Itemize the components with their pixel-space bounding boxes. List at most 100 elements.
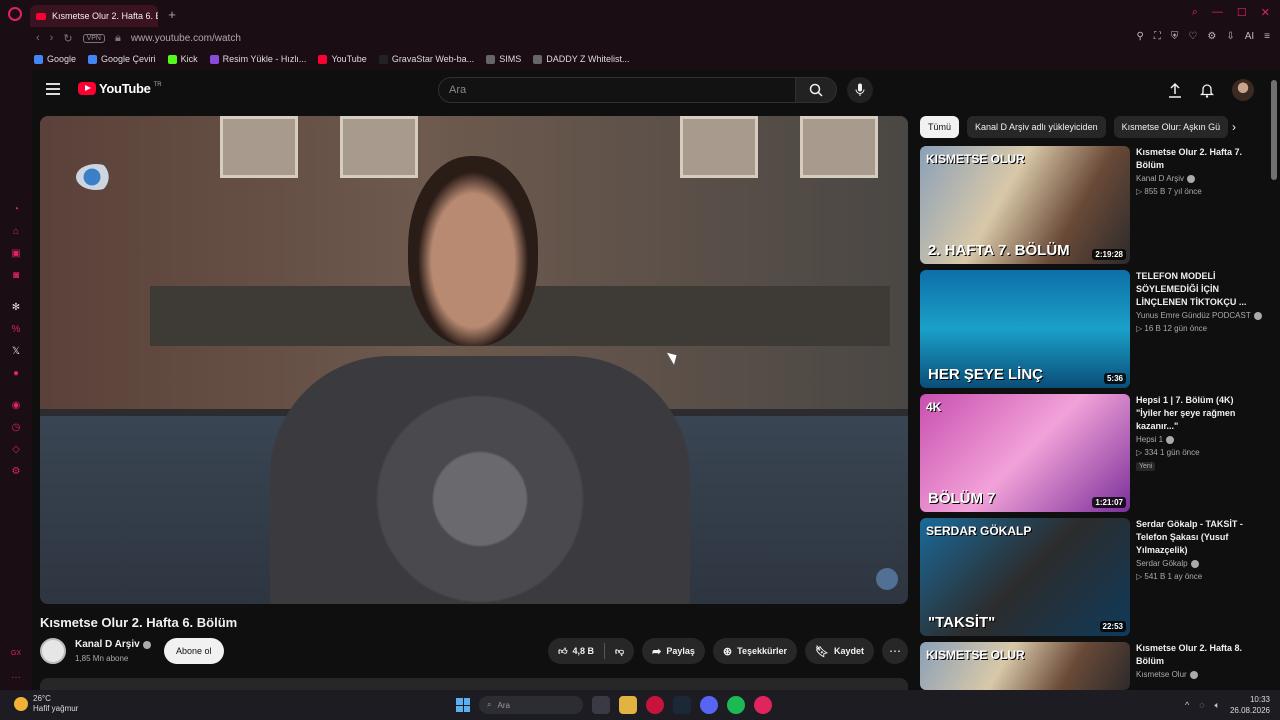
more-actions-button[interactable]: ⋯ [882, 638, 908, 664]
sidebar-history-icon[interactable]: ◷ [10, 422, 22, 434]
recommendation-channel[interactable]: Kanal D Arşiv [1136, 174, 1196, 183]
url-field[interactable]: www.youtube.com/watch [131, 33, 241, 44]
video-player[interactable] [40, 116, 908, 604]
recommendation-channel[interactable]: Kısmetse Olur [1136, 670, 1198, 679]
share-button[interactable]: ➦ Paylaş [642, 638, 705, 664]
bookmark-item[interactable]: Kick [167, 54, 198, 64]
like-button[interactable]: 👍︎ 4,8 B [548, 646, 604, 657]
windows-start-icon[interactable] [456, 698, 470, 712]
ai-button[interactable]: AI [1245, 31, 1254, 42]
scrollbar-thumb[interactable] [1271, 80, 1277, 180]
sidebar-twitch-icon[interactable]: ▣ [10, 248, 22, 260]
bookmark-item[interactable]: GravaStar Web-ba... [378, 54, 474, 64]
maximize-button[interactable]: ☐ [1237, 6, 1247, 19]
chips-next-icon[interactable]: › [1232, 120, 1236, 134]
bookmark-item[interactable]: Resim Yükle - Hızlı... [209, 54, 306, 64]
vpn-badge[interactable]: VPN [82, 33, 105, 43]
sidebar-messenger-icon[interactable]: ◙ [10, 270, 22, 282]
task-view-icon[interactable] [592, 696, 610, 714]
sidebar-x-icon[interactable]: 𝕏 [10, 346, 22, 358]
channel-avatar[interactable] [40, 638, 66, 664]
sidebar-chatgpt-icon[interactable]: ✻ [10, 302, 22, 314]
thanks-button[interactable]: ⊛ Teşekkürler [712, 638, 798, 664]
opera-gx-icon[interactable] [646, 696, 664, 714]
recommendation-thumbnail[interactable]: KISMETSE OLUR [920, 642, 1130, 690]
recommendation-thumbnail[interactable]: SERDAR GÖKALP "TAKSİT" 22:53 [920, 518, 1130, 636]
recommendation-title[interactable]: Serdar Gökalp - TAKSİT - Telefon Şakası … [1136, 518, 1254, 557]
taskbar-search[interactable]: ⌕ Ara [479, 696, 583, 714]
discord-icon[interactable] [700, 696, 718, 714]
save-button[interactable]: 🔖︎ Kaydet [805, 638, 874, 664]
steam-icon[interactable] [673, 696, 691, 714]
opera-logo-icon[interactable] [0, 0, 30, 28]
recommendation-channel[interactable]: Serdar Gökalp [1136, 559, 1199, 568]
forward-icon[interactable]: › [50, 32, 54, 44]
recommendation-thumbnail[interactable]: 4K BÖLÜM 7 1:21:07 [920, 394, 1130, 512]
shield-icon[interactable]: ⛨ [1171, 31, 1179, 42]
sidebar-bag-icon[interactable]: ⌂ [10, 226, 22, 238]
search-button[interactable] [795, 77, 837, 103]
subscribe-button[interactable]: Abone ol [164, 638, 224, 664]
weather-widget[interactable]: 26°C Hafif yağmur [14, 694, 78, 714]
recommendation-thumbnail[interactable]: KISMETSE OLUR 2. HAFTA 7. BÖLÜM 2:19:28 [920, 146, 1130, 264]
sidebar-more-icon[interactable]: … [10, 670, 22, 682]
recommendation-item[interactable]: KISMETSE OLUR 2. HAFTA 7. BÖLÜM 2:19:28 Kıs… [920, 146, 1260, 264]
upload-icon[interactable] [1168, 82, 1182, 98]
sidebar-settings-icon[interactable]: ⚙ [10, 466, 22, 478]
sidebar-gx-icon[interactable]: GX [10, 648, 22, 660]
snapshot-icon[interactable]: ⛶ [1154, 31, 1161, 42]
notifications-bell-icon[interactable] [1200, 82, 1214, 98]
file-explorer-icon[interactable] [619, 696, 637, 714]
recommendation-title[interactable]: Hepsi 1 | 7. Bölüm (4K) "İyiler her şeye… [1136, 394, 1254, 433]
account-avatar[interactable] [1232, 79, 1254, 101]
description-box[interactable] [40, 678, 908, 690]
search-input[interactable]: Ara [438, 77, 796, 103]
system-clock[interactable]: 10:33 26.08.2026 [1230, 694, 1270, 716]
bookmark-item[interactable]: DADDY Z Whitelist... [533, 54, 630, 64]
sidebar-percent-icon[interactable]: % [10, 324, 22, 336]
recommendation-item[interactable]: HER ŞEYE LİNÇ 5:36 TELEFON MODELİ SÖYLEMED… [920, 270, 1262, 388]
recommendation-channel[interactable]: Hepsi 1 [1136, 435, 1175, 444]
sidebar-youtube-icon[interactable]: ● [10, 368, 22, 380]
back-icon[interactable]: ‹ [36, 32, 40, 44]
new-tab-button[interactable]: + [162, 7, 182, 22]
recommendation-item[interactable]: SERDAR GÖKALP "TAKSİT" 22:53 Serdar Gökalp … [920, 518, 1260, 636]
youtube-logo[interactable]: YouTube TR [78, 81, 162, 96]
bookmark-item[interactable]: YouTube [318, 54, 367, 64]
lock-icon[interactable]: 🔒︎ [115, 32, 121, 45]
spotify-icon[interactable] [727, 696, 745, 714]
filter-chip[interactable]: Kanal D Arşiv adlı yükleyiciden [967, 116, 1106, 138]
minimize-button[interactable]: — [1212, 6, 1223, 19]
recommendation-thumbnail[interactable]: HER ŞEYE LİNÇ 5:36 [920, 270, 1130, 388]
sidebar-aria-icon[interactable]: ◔ [10, 204, 22, 216]
tray-chevron-icon[interactable]: ^ [1185, 700, 1189, 710]
tab-active[interactable]: Kısmetse Olur 2. Hafta 6. B [30, 5, 158, 27]
bookmark-item[interactable]: SIMS [486, 54, 521, 64]
recommendation-title[interactable]: Kısmetse Olur 2. Hafta 7. Bölüm [1136, 146, 1254, 172]
search-tabs-icon[interactable]: ⌕ [1192, 6, 1198, 19]
page-scrollbar[interactable] [1270, 70, 1278, 690]
filter-chip[interactable]: Kısmetse Olur: Aşkın Gü [1113, 116, 1229, 138]
recommendation-title[interactable]: TELEFON MODELİ SÖYLEMEDİĞİ İÇİN LİNÇLENE… [1136, 270, 1254, 309]
bookmark-icon[interactable]: ⚲ [1137, 31, 1144, 42]
heart-icon[interactable]: ♡ [1188, 31, 1197, 42]
menu-icon[interactable]: ≡ [1264, 31, 1270, 42]
recommendation-channel[interactable]: Yunus Emre Gündüz PODCAST [1136, 311, 1262, 320]
filter-chip[interactable]: Tümü [920, 116, 960, 138]
bookmark-item[interactable]: Google Çeviri [88, 54, 156, 64]
app-icon[interactable] [754, 696, 772, 714]
sidebar-pinboard-icon[interactable]: ◇ [10, 444, 22, 456]
volume-icon[interactable]: 🔈︎ [1215, 700, 1220, 711]
sidebar-player-icon[interactable]: ◉ [10, 400, 22, 412]
recommendation-item[interactable]: KISMETSE OLUR Kısmetse Olur 2. Hafta 8. B… [920, 642, 1260, 690]
voice-search-button[interactable] [847, 77, 873, 103]
dislike-button[interactable]: 👎︎ [605, 646, 634, 657]
recommendation-item[interactable]: 4K BÖLÜM 7 1:21:07 Hepsi 1 | 7. Bölüm (4K) … [920, 394, 1260, 512]
recommendation-title[interactable]: Kısmetse Olur 2. Hafta 8. Bölüm [1136, 642, 1254, 668]
bookmark-item[interactable]: Google [34, 54, 76, 64]
guide-menu-icon[interactable] [46, 83, 60, 95]
close-button[interactable]: ✕ [1261, 6, 1270, 19]
reload-icon[interactable]: ↻ [63, 32, 72, 45]
channel-name[interactable]: Kanal D Arşiv [75, 639, 151, 650]
extensions-icon[interactable]: ⚙ [1207, 31, 1216, 42]
